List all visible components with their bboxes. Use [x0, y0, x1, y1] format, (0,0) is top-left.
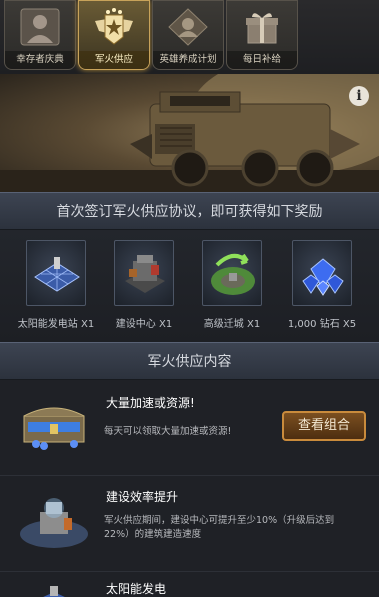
tab-survivor-celebration[interactable]: 幸存者庆典	[4, 0, 76, 70]
tab-label: 军火供应	[79, 51, 149, 69]
armored-truck-illustration	[0, 74, 379, 192]
tab-label: 英雄养成计划	[153, 51, 223, 69]
solar-plant-icon	[43, 586, 65, 597]
solar-plant-icon	[34, 257, 80, 292]
tab-label: 每日补给	[227, 51, 297, 69]
item-title: 大量加速或资源!	[106, 396, 195, 410]
info-button[interactable]: i	[349, 86, 369, 106]
item-title: 太阳能发电	[106, 582, 167, 596]
list-item: 太阳能发电	[0, 572, 379, 597]
diamond-icon	[302, 258, 344, 296]
armored-truck-banner	[0, 74, 379, 192]
reward-label: 高级迁城 X1	[203, 319, 261, 330]
reward-label: 1,000 钻石 X5	[287, 319, 357, 330]
gift-box-icon	[246, 13, 278, 44]
tab-arms-supply[interactable]: 军火供应	[78, 0, 150, 70]
reward-item-solar-plant[interactable]: 太阳能发电站 X1	[10, 240, 102, 330]
reward-label: 建设中心 X1	[115, 319, 173, 330]
supply-content-header: 军火供应内容	[0, 342, 379, 380]
item-description-line: 22%）的建筑建造速度	[104, 529, 202, 540]
item-title: 建设效率提升	[106, 490, 179, 504]
reward-label: 太阳能发电站 X1	[17, 319, 95, 330]
treasure-chest-icon	[23, 407, 85, 450]
tab-hero-training[interactable]: 英雄养成计划	[152, 0, 224, 70]
list-item: 建设效率提升 军火供应期间，建设中心可提升至少10%（升级后达到 22%）的建筑…	[0, 476, 379, 571]
construction-center-icon	[20, 498, 88, 548]
reward-item-construction-center[interactable]: 建设中心 X1	[98, 240, 190, 330]
construction-center-icon	[125, 255, 165, 293]
winged-star-badge-icon	[95, 8, 133, 45]
reward-list: 太阳能发电站 X1 建设中心 X1 高级迁城 X1 1,000 钻石 X5	[0, 230, 379, 342]
survivor-portrait-icon	[20, 8, 60, 46]
advanced-relocation-icon	[211, 253, 255, 295]
tab-daily-supply[interactable]: 每日补给	[226, 0, 298, 70]
tab-label: 幸存者庆典	[5, 51, 75, 69]
reward-item-advanced-relocation[interactable]: 高级迁城 X1	[186, 240, 278, 330]
item-description-line: 军火供应期间，建设中心可提升至少10%（升级后达到	[104, 515, 335, 526]
rewards-header: 首次签订军火供应协议，即可获得如下奖励	[0, 192, 379, 230]
view-combo-button[interactable]: 查看组合	[282, 411, 366, 441]
item-description: 每天可以领取大量加速或资源!	[104, 426, 232, 437]
reward-item-diamonds[interactable]: 1,000 钻石 X5	[276, 240, 368, 330]
tab-bar: 幸存者庆典 军火供应 英雄养成计划 每日补给	[0, 0, 379, 74]
hero-portrait-icon	[168, 8, 208, 46]
